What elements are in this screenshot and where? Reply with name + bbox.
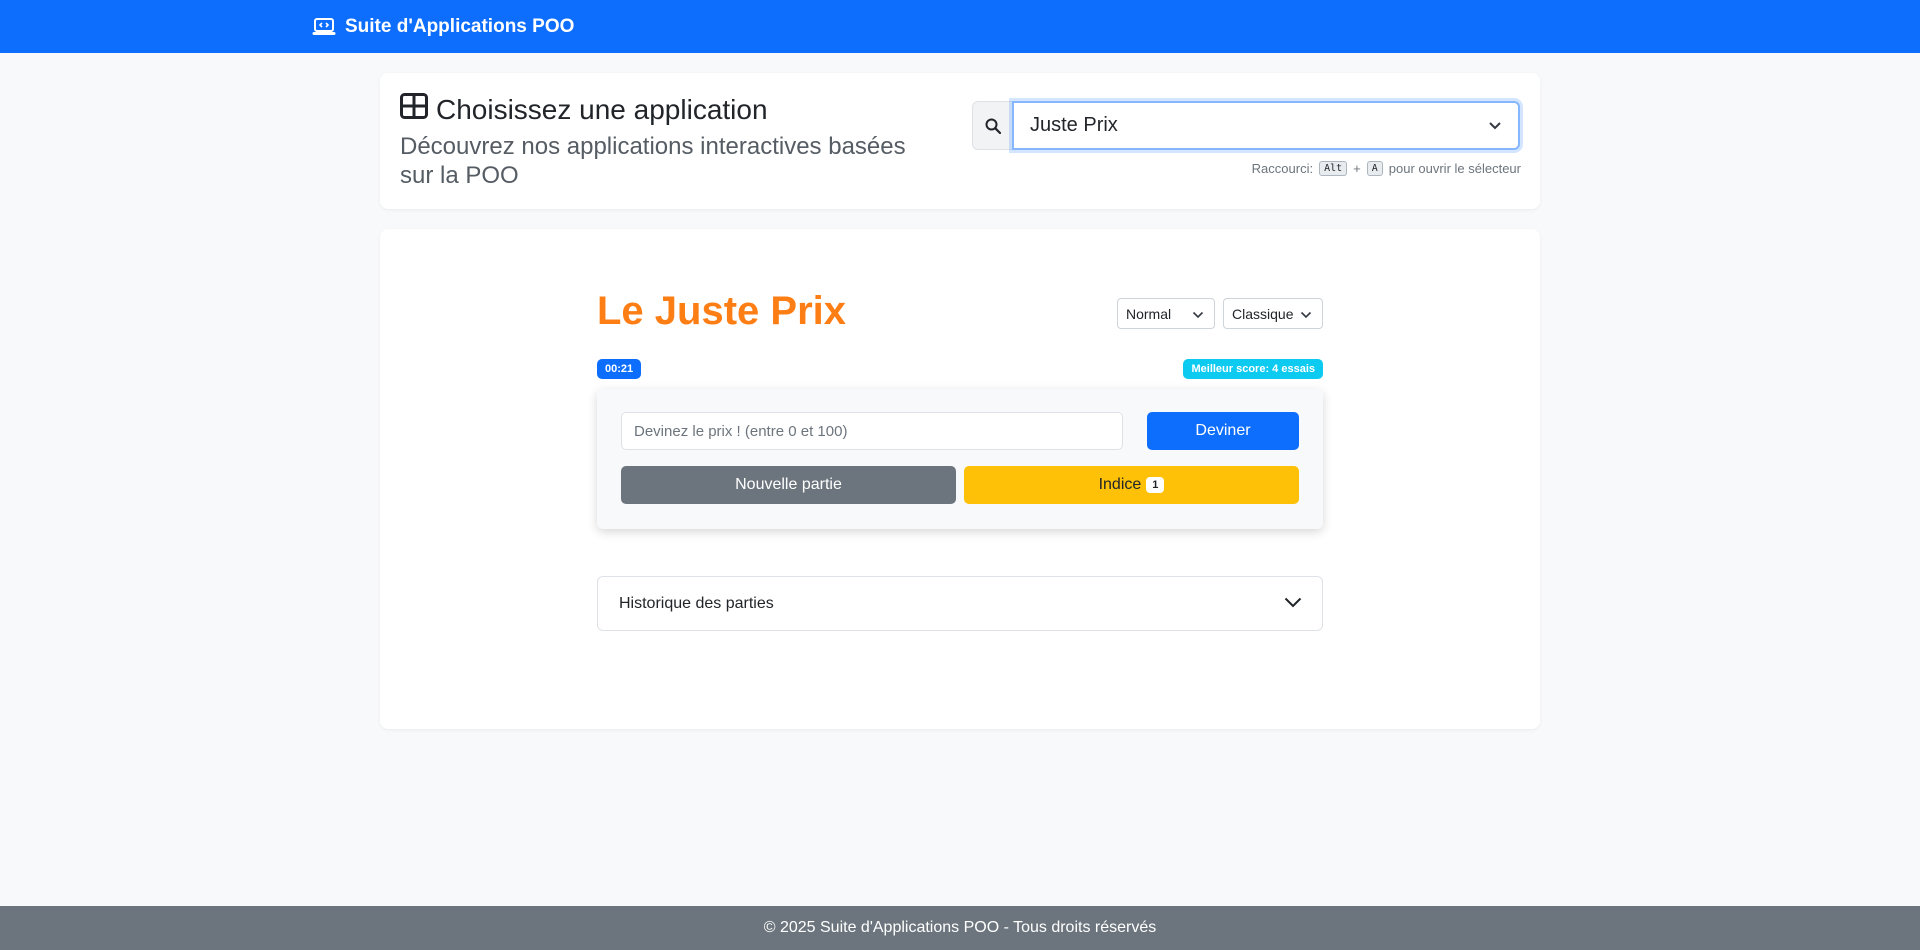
selector-title: Choisissez une application bbox=[400, 93, 768, 126]
laptop-code-icon bbox=[312, 17, 336, 37]
brand-link[interactable]: Suite d'Applications POO bbox=[312, 0, 574, 53]
game-panel: Deviner Nouvelle partie Indice 1 bbox=[597, 389, 1323, 529]
best-score-badge: Meilleur score: 4 essais bbox=[1183, 359, 1323, 379]
chevron-down-icon bbox=[1300, 306, 1312, 322]
app-select[interactable]: Juste Prix bbox=[1012, 101, 1520, 150]
game-card: Le Juste Prix Normal Classique 00:21 Mei… bbox=[380, 229, 1540, 729]
history-label: Historique des parties bbox=[619, 594, 774, 612]
hint-button[interactable]: Indice 1 bbox=[964, 466, 1299, 504]
shortcut-suffix: pour ouvrir le sélecteur bbox=[1388, 161, 1521, 176]
navbar: Suite d'Applications POO bbox=[0, 0, 1920, 53]
guess-input[interactable] bbox=[621, 412, 1123, 450]
shortcut-key-alt: Alt bbox=[1319, 161, 1348, 176]
shortcut-plus: + bbox=[1353, 161, 1361, 176]
shortcut-hint: Raccourci: Alt + A pour ouvrir le sélect… bbox=[1252, 161, 1521, 176]
shortcut-key-a: A bbox=[1366, 161, 1383, 176]
app-select-value: Juste Prix bbox=[1030, 114, 1118, 136]
difficulty-select[interactable]: Normal bbox=[1117, 298, 1215, 329]
timer-badge: 00:21 bbox=[597, 359, 642, 379]
new-game-button[interactable]: Nouvelle partie bbox=[621, 466, 956, 504]
footer-text: © 2025 Suite d'Applications POO - Tous d… bbox=[763, 919, 1157, 936]
hint-button-label: Indice bbox=[1098, 476, 1142, 493]
selector-title-text: Choisissez une application bbox=[436, 93, 768, 125]
difficulty-value: Normal bbox=[1126, 305, 1172, 322]
selector-subtitle: Découvrez nos applications interactives … bbox=[400, 133, 906, 189]
mode-value: Classique bbox=[1232, 305, 1294, 322]
mode-select[interactable]: Classique bbox=[1223, 298, 1323, 329]
brand-label: Suite d'Applications POO bbox=[345, 15, 575, 37]
grid-icon bbox=[400, 93, 428, 126]
shortcut-prefix: Raccourci: bbox=[1251, 161, 1314, 176]
guess-button[interactable]: Deviner bbox=[1147, 412, 1299, 450]
footer: © 2025 Suite d'Applications POO - Tous d… bbox=[0, 906, 1920, 950]
app-selector-card: Choisissez une application Découvrez nos… bbox=[380, 73, 1540, 209]
app-search-group: Juste Prix bbox=[972, 101, 1520, 150]
chevron-down-icon bbox=[1284, 595, 1302, 613]
chevron-down-icon bbox=[1192, 306, 1204, 322]
search-icon bbox=[972, 101, 1012, 150]
chevron-down-icon bbox=[1488, 114, 1502, 137]
hint-count-badge: 1 bbox=[1146, 477, 1165, 493]
game-title: Le Juste Prix bbox=[597, 289, 847, 333]
history-accordion[interactable]: Historique des parties bbox=[597, 576, 1323, 631]
